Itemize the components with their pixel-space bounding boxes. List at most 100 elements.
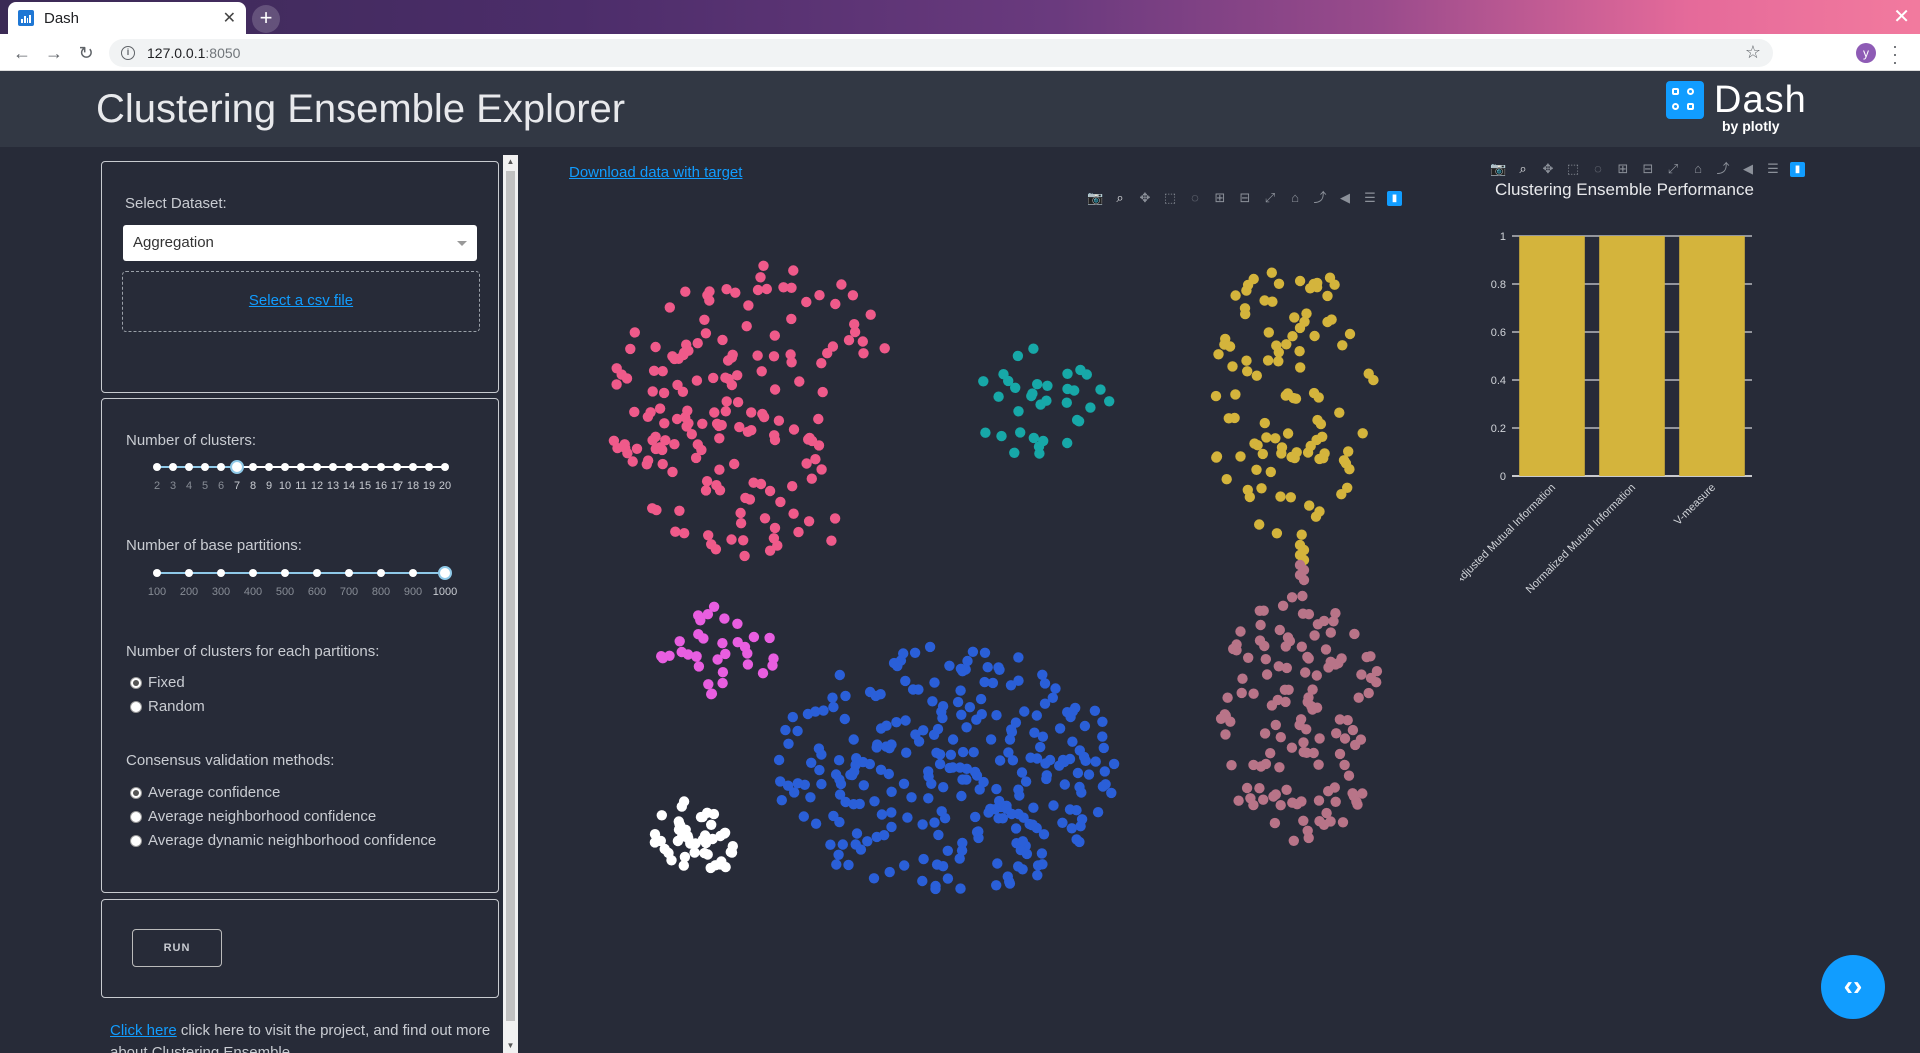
scatter-point-gold[interactable] [1211, 452, 1222, 463]
scatter-point-mauve[interactable] [1339, 759, 1350, 771]
scatter-point-teal[interactable] [1061, 397, 1072, 408]
scatter-point-blue[interactable] [1097, 716, 1108, 727]
scatter-point-gold[interactable] [1322, 290, 1333, 302]
scatter-point-blue[interactable] [888, 657, 900, 669]
scatter-point-mauve[interactable] [1339, 733, 1351, 744]
scatter-point-pink[interactable] [659, 418, 670, 429]
zoom-icon[interactable]: ⌕ [1515, 161, 1531, 177]
scatter-point-pink[interactable] [756, 366, 767, 377]
scatter-point-blue[interactable] [775, 776, 786, 787]
scatter-point-pink[interactable] [735, 518, 747, 529]
scroll-up-icon[interactable]: ▲ [503, 155, 518, 169]
scatter-point-teal[interactable] [1028, 343, 1039, 354]
scatter-point-blue[interactable] [834, 816, 845, 828]
slider-step-dot[interactable] [361, 463, 369, 471]
scatter-point-gold[interactable] [1311, 434, 1322, 446]
scatter-point-mauve[interactable] [1226, 760, 1237, 771]
scatter-point-pink[interactable] [761, 283, 772, 295]
scatter-point-mauve[interactable] [1303, 692, 1314, 703]
scatter-point-mauve[interactable] [1308, 747, 1319, 759]
scatter-point-gold[interactable] [1262, 355, 1274, 366]
scatter-point-pink[interactable] [858, 348, 869, 359]
scatter-point-mauve[interactable] [1298, 746, 1309, 758]
scatter-point-mauve[interactable] [1220, 729, 1231, 740]
scatter-point-pink[interactable] [794, 376, 805, 387]
scatter-point-pink[interactable] [674, 505, 685, 516]
scatter-point-pink[interactable] [648, 365, 660, 376]
scatter-point-white[interactable] [700, 837, 712, 849]
scatter-point-blue[interactable] [1092, 807, 1104, 818]
scatter-point-gold[interactable] [1239, 303, 1251, 314]
scatter-point-blue[interactable] [902, 812, 913, 823]
slider-step-dot[interactable] [217, 569, 225, 577]
scatter-point-pink[interactable] [775, 496, 786, 508]
reload-icon[interactable]: ↻ [74, 41, 98, 65]
scatter-point-white[interactable] [702, 849, 713, 860]
scatter-point-blue[interactable] [830, 769, 842, 780]
scatter-point-mauve[interactable] [1331, 728, 1342, 739]
scatter-point-mauve[interactable] [1258, 794, 1269, 805]
scatter-point-gold[interactable] [1275, 491, 1286, 502]
scatter-point-blue[interactable] [847, 769, 858, 781]
scatter-point-gold[interactable] [1337, 340, 1348, 351]
scatter-point-pink[interactable] [690, 452, 702, 464]
scatter-point-blue[interactable] [825, 839, 836, 850]
scatter-point-magenta[interactable] [757, 668, 769, 679]
scatter-point-gold[interactable] [1334, 407, 1345, 418]
scatter-point-mauve[interactable] [1215, 713, 1227, 724]
scatter-point-blue[interactable] [878, 830, 890, 841]
scatter-point-pink[interactable] [752, 350, 763, 361]
scatter-point-blue[interactable] [1071, 805, 1082, 816]
radio-neighborhood-confidence[interactable]: Average neighborhood confidence [130, 808, 376, 825]
browser-menu-icon[interactable]: · · · [1890, 37, 1900, 71]
scatter-point-blue[interactable] [1097, 781, 1109, 792]
scatter-point-mauve[interactable] [1318, 615, 1330, 627]
scatter-point-teal[interactable] [1032, 379, 1043, 390]
bar[interactable] [1679, 236, 1745, 476]
scatter-point-mauve[interactable] [1343, 770, 1355, 781]
scatter-point-blue[interactable] [947, 762, 958, 773]
scatter-point-blue[interactable] [839, 713, 850, 725]
dataset-select[interactable]: Aggregation [123, 225, 477, 261]
scatter-point-blue[interactable] [773, 754, 785, 766]
scatter-point-mauve[interactable] [1288, 835, 1299, 846]
scatter-point-white[interactable] [675, 820, 686, 831]
scatter-point-blue[interactable] [1054, 723, 1066, 734]
scatter-point-blue[interactable] [792, 725, 803, 737]
scatter-point-pink[interactable] [734, 421, 745, 433]
scatter-point-gold[interactable] [1251, 464, 1262, 475]
scatter-point-pink[interactable] [692, 439, 703, 450]
scatter-point-blue[interactable] [954, 853, 965, 864]
tab-close-icon[interactable]: ✕ [223, 8, 236, 28]
scatter-point-blue[interactable] [994, 664, 1005, 675]
left-panel-scrollbar[interactable]: ▲ ▼ [503, 155, 518, 1053]
scatter-point-gold[interactable] [1281, 339, 1292, 350]
scatter-point-pink[interactable] [735, 507, 746, 519]
scatter-point-teal[interactable] [1041, 395, 1052, 406]
address-bar[interactable]: i 127.0.0.1:8050 ☆ [109, 39, 1773, 67]
scatter-point-mauve[interactable] [1365, 651, 1376, 662]
scatter-point-pink[interactable] [743, 300, 754, 311]
slider-step-dot[interactable] [153, 463, 161, 471]
scatter-point-mauve[interactable] [1261, 669, 1273, 680]
scatter-point-mauve[interactable] [1334, 748, 1346, 760]
slider-step-dot[interactable] [409, 463, 417, 471]
scatter-point-mauve[interactable] [1336, 653, 1347, 664]
radio-average-confidence[interactable]: Average confidence [130, 784, 280, 801]
scatter-point-pink[interactable] [625, 343, 636, 355]
scatter-point-blue[interactable] [975, 693, 987, 705]
scatter-point-pink[interactable] [817, 386, 828, 398]
scatter-point-gold[interactable] [1221, 474, 1232, 485]
scatter-point-pink[interactable] [836, 279, 847, 290]
scatter-point-magenta[interactable] [719, 613, 730, 624]
scatter-point-blue[interactable] [1066, 823, 1077, 834]
scatter-point-mauve[interactable] [1273, 661, 1284, 672]
scatter-point-mauve[interactable] [1371, 677, 1382, 688]
scatter-point-mauve[interactable] [1355, 734, 1367, 745]
slider-step-dot[interactable] [409, 569, 417, 577]
scatter-point-blue[interactable] [1059, 779, 1070, 790]
scatter-point-mauve[interactable] [1363, 687, 1374, 699]
scatter-point-blue[interactable] [868, 873, 880, 884]
scatter-point-blue[interactable] [816, 749, 827, 760]
scatter-point-pink[interactable] [669, 439, 680, 450]
